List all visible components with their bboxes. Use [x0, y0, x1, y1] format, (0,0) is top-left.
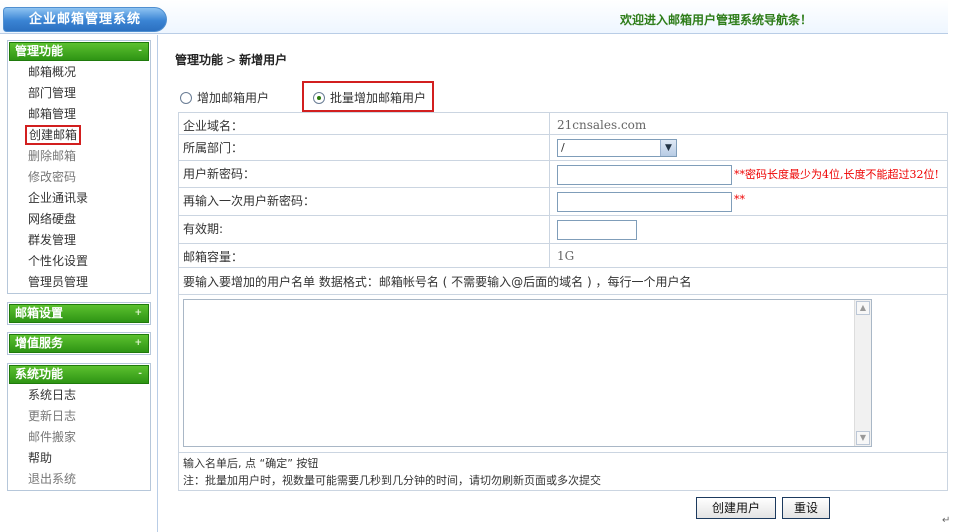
sidebar-header-label: 邮箱设置: [15, 306, 64, 320]
password-label: 用户新密码：: [179, 161, 550, 187]
instructions-text: 要输入要增加的用户名单 数据格式：邮箱帐号名 ( 不需要输入@后面的域名 ) ，…: [183, 275, 692, 289]
sidebar-item-help[interactable]: 帮助: [8, 448, 150, 469]
form-row-instructions: 要输入要增加的用户名单 数据格式：邮箱帐号名 ( 不需要输入@后面的域名 ) ，…: [179, 268, 947, 295]
sidebar-header-system[interactable]: 系统功能 -: [9, 365, 149, 384]
sidebar-item-network-disk[interactable]: 网络硬盘: [8, 209, 150, 230]
domain-cell: 21cnsales.com: [550, 113, 947, 134]
sidebar-item-departments[interactable]: 部门管理: [8, 83, 150, 104]
sidebar-header-value-added[interactable]: 增值服务 +: [9, 334, 149, 353]
sidebar-header-manage[interactable]: 管理功能 -: [9, 42, 149, 61]
form-row-capacity: 邮箱容量： 1G: [179, 244, 947, 268]
password-cell: **密码长度最少为4位,长度不能超过32位!: [550, 161, 947, 187]
form-row-department: 所属部门： / ▼: [179, 135, 947, 161]
radio-checked-icon[interactable]: [313, 91, 325, 104]
breadcrumb-page: 新增用户: [239, 53, 288, 67]
sidebar-item-update-log[interactable]: 更新日志: [8, 406, 150, 427]
confirm-password-input[interactable]: [557, 192, 732, 212]
department-label: 所属部门：: [179, 135, 550, 160]
mode-single-option[interactable]: 增加邮箱用户: [180, 89, 269, 106]
breadcrumb-section[interactable]: 管理功能: [175, 53, 223, 67]
form-row-password: 用户新密码： **密码长度最少为4位,长度不能超过32位!: [179, 161, 947, 188]
expiry-label: 有效期:: [179, 216, 550, 243]
batch-user-form: 企业域名： 21cnsales.com 所属部门： / ▼ 用户新密码： **密…: [178, 112, 948, 491]
create-user-button[interactable]: 创建用户: [696, 497, 776, 519]
mode-batch-label[interactable]: 批量增加邮箱用户: [330, 91, 426, 105]
sidebar-header-label: 增值服务: [15, 336, 64, 350]
capacity-value: 1G: [557, 249, 575, 263]
confirm-password-cell: **: [550, 188, 947, 215]
return-mark-icon: ↵: [942, 515, 951, 526]
collapse-icon[interactable]: -: [138, 366, 142, 383]
department-selected-value: /: [561, 141, 565, 154]
sidebar-item-logout[interactable]: 退出系统: [8, 469, 150, 490]
sidebar-header-mailbox-settings[interactable]: 邮箱设置 +: [9, 304, 149, 323]
department-select[interactable]: / ▼: [557, 139, 677, 157]
collapse-icon[interactable]: -: [138, 43, 142, 60]
sidebar-section-value-added: 增值服务 +: [7, 332, 151, 355]
expiry-input[interactable]: [557, 220, 637, 240]
note-line-1: 输入名单后, 点 “确定” 按钮: [183, 457, 319, 470]
sidebar-header-label: 系统功能: [15, 367, 64, 381]
note-line-2: 注：批量加用户时，视数量可能需要几秒到几分钟的时间，请切勿刷新页面或多次提交: [183, 474, 601, 487]
sidebar-item-admin-manage[interactable]: 管理员管理: [8, 272, 150, 293]
form-notes: 输入名单后, 点 “确定” 按钮 注：批量加用户时，视数量可能需要几秒到几分钟的…: [183, 455, 601, 489]
sidebar-item-personalize[interactable]: 个性化设置: [8, 251, 150, 272]
scroll-up-icon[interactable]: ▲: [856, 301, 870, 315]
password-hint: **密码长度最少为4位,长度不能超过32位!: [734, 168, 939, 181]
expand-icon[interactable]: +: [134, 305, 142, 322]
radio-unchecked-icon[interactable]: [180, 91, 192, 104]
sidebar-item-address-book[interactable]: 企业通讯录: [8, 188, 150, 209]
user-list-textarea[interactable]: ▲ ▼: [183, 299, 872, 447]
notes-divider: [179, 452, 947, 453]
mode-single-label[interactable]: 增加邮箱用户: [197, 91, 269, 105]
sidebar-header-label: 管理功能: [15, 44, 64, 58]
breadcrumb-separator: >: [226, 53, 237, 67]
top-header: 企业邮箱管理系统 欢迎进入邮箱用户管理系统导航条！: [0, 0, 948, 34]
password-input[interactable]: [557, 165, 732, 185]
form-row-expiry: 有效期:: [179, 216, 947, 244]
chevron-down-icon[interactable]: ▼: [660, 140, 676, 156]
sidebar-item-mailbox-manage[interactable]: 邮箱管理: [8, 104, 150, 125]
sidebar-item-mail-migration[interactable]: 邮件搬家: [8, 427, 150, 448]
sidebar: 管理功能 - 邮箱概况 部门管理 邮箱管理 创建邮箱 删除邮箱 修改密码 企业通…: [0, 35, 158, 532]
sidebar-section-mailbox-settings: 邮箱设置 +: [7, 302, 151, 325]
expand-icon[interactable]: +: [134, 335, 142, 352]
confirm-password-label: 再输入一次用户新密码：: [179, 188, 550, 215]
sidebar-item-delete-mailbox[interactable]: 删除邮箱: [8, 146, 150, 167]
app-title: 企业邮箱管理系统: [3, 7, 167, 32]
sidebar-item-bulk-send[interactable]: 群发管理: [8, 230, 150, 251]
sidebar-item-change-password[interactable]: 修改密码: [8, 167, 150, 188]
breadcrumb: 管理功能 > 新增用户: [175, 51, 287, 68]
welcome-text: 欢迎进入邮箱用户管理系统导航条！: [620, 13, 813, 27]
capacity-cell: 1G: [550, 244, 947, 267]
domain-label: 企业域名：: [179, 113, 550, 134]
mode-batch-option[interactable]: 批量增加邮箱用户: [313, 89, 426, 106]
sidebar-item-create-mailbox[interactable]: 创建邮箱: [8, 125, 150, 146]
department-cell: / ▼: [550, 135, 947, 160]
form-row-domain: 企业域名： 21cnsales.com: [179, 113, 947, 135]
sidebar-item-overview[interactable]: 邮箱概况: [8, 62, 150, 83]
main-content: 管理功能 > 新增用户 增加邮箱用户 批量增加邮箱用户 企业域名： 21cnsale…: [160, 35, 948, 532]
capacity-label: 邮箱容量：: [179, 244, 550, 267]
textarea-scrollbar[interactable]: ▲ ▼: [854, 300, 871, 446]
scroll-down-icon[interactable]: ▼: [856, 431, 870, 445]
domain-value: 21cnsales.com: [557, 118, 647, 132]
expiry-cell: [550, 216, 947, 243]
form-row-confirm-password: 再输入一次用户新密码： **: [179, 188, 947, 216]
confirm-password-hint: **: [734, 193, 745, 206]
reset-button[interactable]: 重设: [782, 497, 830, 519]
sidebar-section-system: 系统功能 - 系统日志 更新日志 邮件搬家 帮助 退出系统: [7, 363, 151, 491]
sidebar-section-manage: 管理功能 - 邮箱概况 部门管理 邮箱管理 创建邮箱 删除邮箱 修改密码 企业通…: [7, 40, 151, 294]
sidebar-item-system-log[interactable]: 系统日志: [8, 385, 150, 406]
